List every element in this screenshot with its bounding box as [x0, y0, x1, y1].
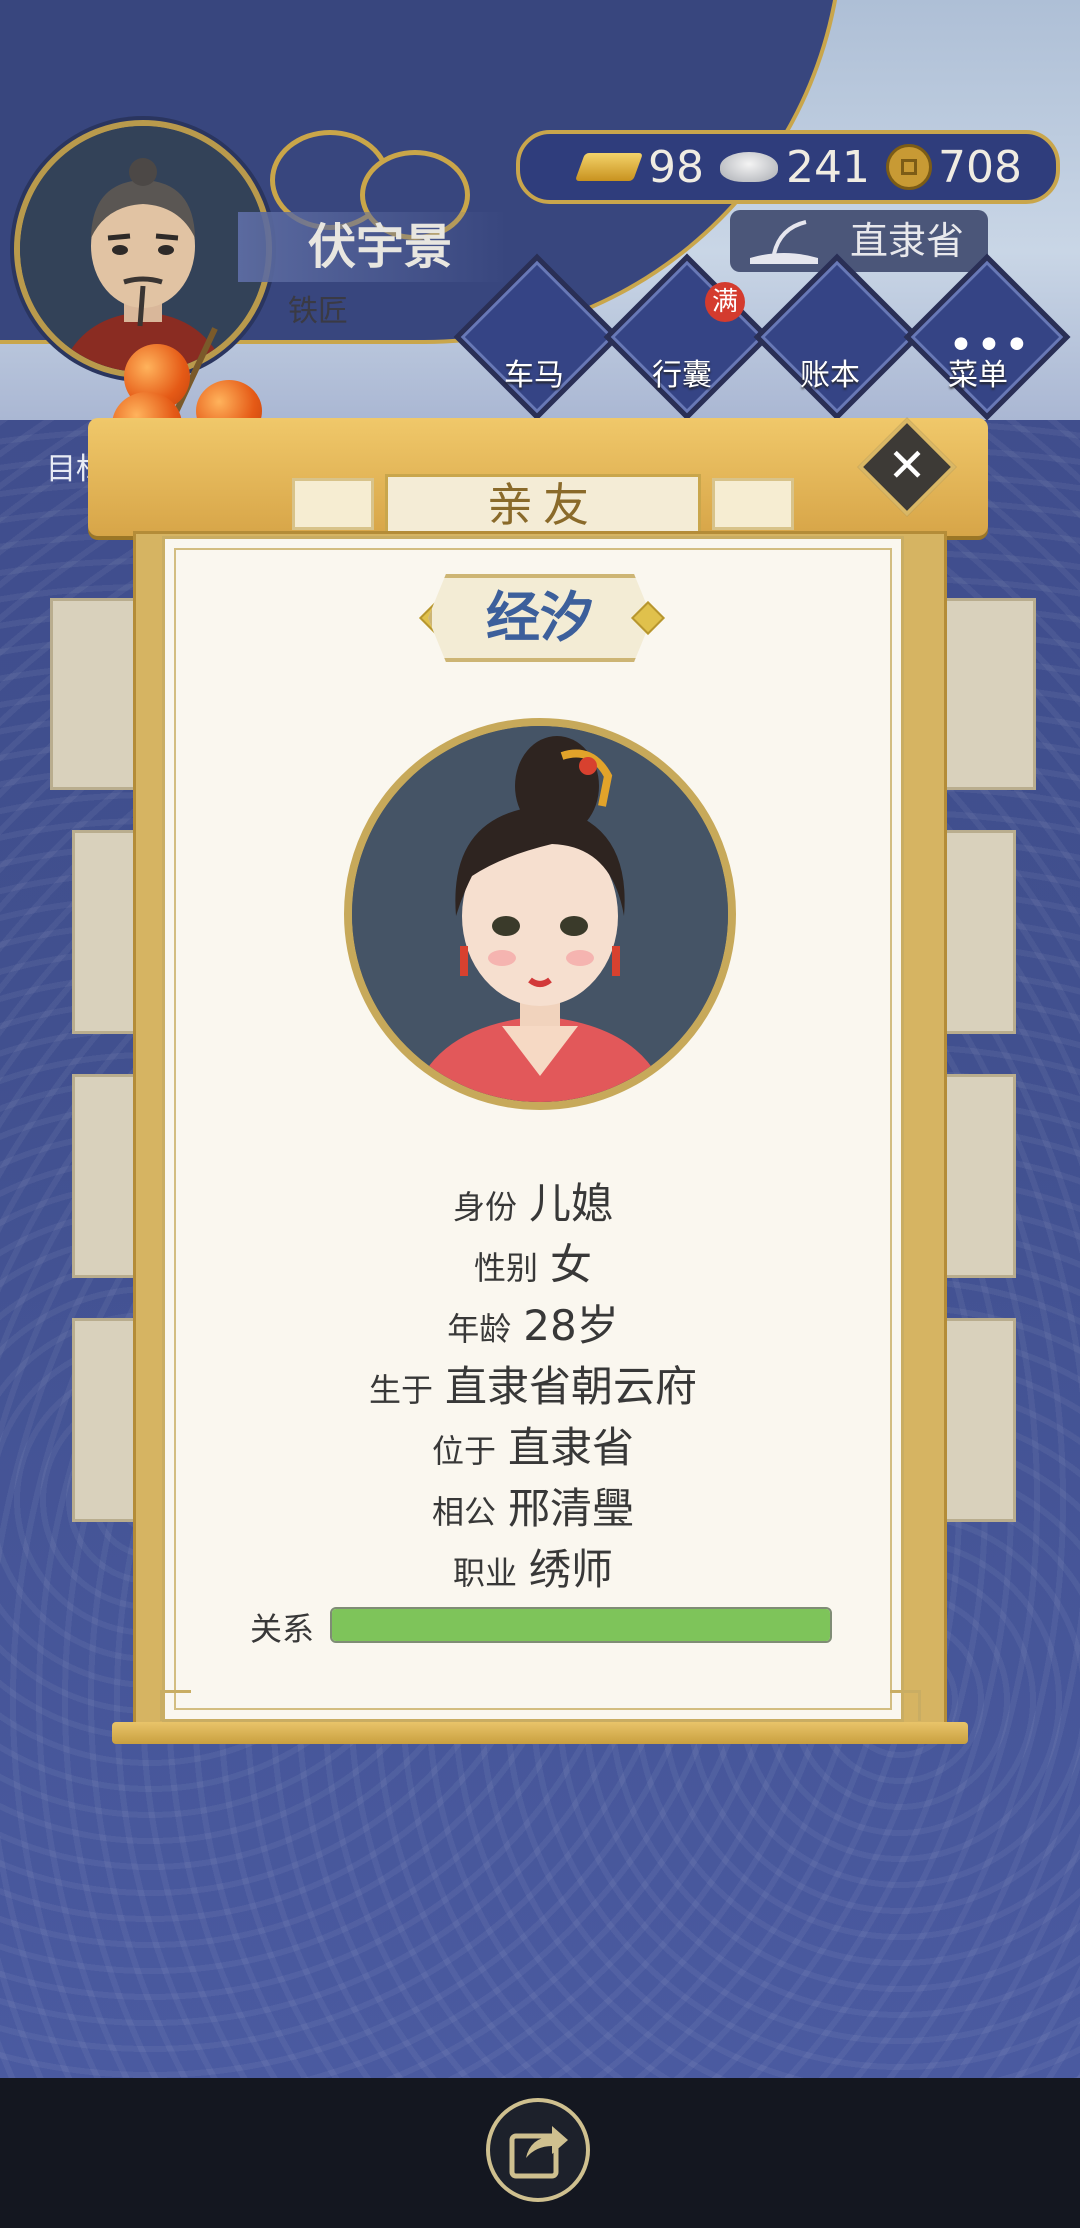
- blacksmith-portrait-icon: [20, 126, 266, 372]
- close-icon[interactable]: ✕: [872, 432, 942, 502]
- info-row-location: 位于 直隶省: [162, 1414, 904, 1475]
- corner-ornament: [160, 1690, 191, 1721]
- gold-bar-icon: [574, 153, 644, 181]
- modal-footer-bar: [112, 1722, 968, 1744]
- relation-bar-fill: [332, 1609, 830, 1641]
- carriage-label: 车马: [504, 358, 564, 393]
- location-name: 直隶省: [849, 219, 964, 263]
- header-ornament: [712, 478, 794, 530]
- bag-full-badge: 满: [705, 282, 745, 322]
- bag-label: 行囊: [652, 358, 712, 393]
- silver-amount: 241: [786, 141, 870, 193]
- map-scroll-icon: [750, 220, 818, 264]
- corner-ornament: [890, 1690, 921, 1721]
- currency-bar: 98 241 708: [516, 130, 1060, 204]
- info-value: 儿媳: [529, 1179, 614, 1228]
- info-value: 女: [550, 1240, 593, 1289]
- modal-title: 亲友: [385, 474, 701, 536]
- info-row-gender: 性别女: [162, 1231, 904, 1292]
- silver-currency: 241: [720, 142, 870, 193]
- relative-portrait: [344, 718, 736, 1110]
- more-dots-icon: •••: [948, 320, 1032, 371]
- relation-bar: [330, 1607, 832, 1643]
- info-row-identity: 身份 儿媳: [162, 1170, 904, 1231]
- player-job: 铁匠: [288, 294, 348, 329]
- relation-label: 关系: [250, 1610, 315, 1648]
- info-row-age: 年龄 28岁: [162, 1292, 904, 1353]
- share-button[interactable]: [486, 2098, 590, 2202]
- silver-ingot-icon: [720, 152, 778, 182]
- woman-portrait-icon: [352, 726, 728, 1102]
- info-value: 邢清璺: [508, 1484, 635, 1533]
- info-key: 位于: [431, 1432, 496, 1470]
- player-name: 伏宇景: [238, 212, 508, 282]
- info-value: 直隶省朝云府: [445, 1362, 698, 1411]
- info-key: 年龄: [447, 1310, 512, 1348]
- share-icon: [509, 2126, 568, 2179]
- ledger-label: 账本: [800, 358, 860, 393]
- info-key: 生于: [368, 1371, 433, 1409]
- location-button[interactable]: 直隶省: [730, 210, 988, 272]
- gold-amount: 98: [648, 141, 704, 193]
- gold-currency: 98: [574, 141, 704, 193]
- info-key: 性别: [473, 1249, 538, 1287]
- coin-amount: 708: [937, 141, 1022, 193]
- coin-currency: 708: [885, 141, 1022, 193]
- info-value: 绣师: [529, 1545, 614, 1594]
- info-row-husband: 相公 邢清璺: [162, 1475, 904, 1536]
- info-value: 28岁: [523, 1301, 619, 1350]
- info-key: 相公: [431, 1493, 496, 1531]
- relative-name: 经汐: [428, 574, 652, 662]
- player-avatar[interactable]: [14, 120, 272, 378]
- info-row-birthplace: 生于 直隶省朝云府: [162, 1353, 904, 1414]
- info-row-occupation: 职业 绣师: [162, 1536, 904, 1597]
- info-value: 直隶省: [508, 1423, 635, 1472]
- copper-coin-icon: [885, 144, 932, 190]
- info-key: 职业: [452, 1554, 517, 1592]
- header-ornament: [292, 478, 374, 530]
- info-key: 身份: [452, 1188, 517, 1226]
